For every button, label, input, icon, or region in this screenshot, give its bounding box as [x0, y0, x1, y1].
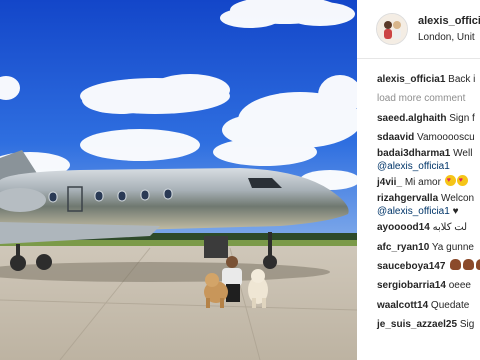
comment-item: j4vii_ Mi amor	[377, 171, 480, 192]
avatar-photo-icon	[377, 14, 407, 44]
comment-text: oeee	[448, 280, 471, 292]
comment-text: Well	[453, 148, 473, 160]
comment-item: afc_ryan10 Ya gunne	[377, 238, 480, 257]
caption-username[interactable]: alexis_officia1	[377, 74, 445, 85]
comment-item: rizahgervalla Welcon @alexis_officia1 ♥	[377, 192, 480, 218]
comment-username[interactable]: saeed.alghaith	[377, 113, 446, 124]
heart-eyes-emoji-icon	[456, 171, 468, 190]
comment-username[interactable]: ayooood14	[377, 222, 430, 233]
load-more-link[interactable]: load more comment	[377, 93, 465, 104]
comment-text: Quedate	[430, 299, 470, 311]
caption: alexis_officia1 Back i	[377, 70, 480, 89]
header-location[interactable]: London, Unit	[418, 32, 475, 43]
comment-item: badai3dharma1 Well @alexis_officia1	[377, 147, 480, 173]
comment-text: Sig	[459, 318, 475, 330]
comment-text: لت كلابه	[432, 222, 468, 234]
comment-list: alexis_officia1 Back i load more comment…	[377, 70, 480, 334]
caption-text: Back i	[448, 74, 476, 85]
comment-text: Mi amor	[404, 177, 441, 189]
comment-username[interactable]: afc_ryan10	[377, 242, 429, 253]
comment-item: sdaavid Vamooooscu	[377, 128, 480, 147]
comment-mention[interactable]: @alexis_officia1	[377, 161, 450, 172]
comment-text: Vamooooscu	[417, 131, 475, 143]
comment-username[interactable]: j4vii_	[377, 177, 402, 188]
comment-item: sauceboya147	[377, 257, 480, 276]
comment-text: Welcon	[440, 193, 475, 205]
comment-item: ayooood14 لت كلابه	[377, 218, 480, 237]
jet-photo-illustration	[0, 0, 357, 360]
post-header: alexis_officia1 London, Unit	[357, 0, 480, 59]
comments-panel: alexis_officia1 London, Unit alexis_offi…	[357, 0, 480, 360]
muscle-emoji-icon	[463, 259, 475, 271]
comment-text: Sign f	[449, 112, 475, 124]
header-username[interactable]: alexis_officia1	[418, 15, 480, 27]
comment-username[interactable]: sergiobarria14	[377, 280, 446, 291]
comment-username[interactable]: je_suis_azzael25	[377, 319, 457, 330]
avatar[interactable]	[376, 13, 408, 45]
comment-username[interactable]: rizahgervalla	[377, 193, 438, 204]
muscle-emoji-icon	[450, 259, 462, 271]
instagram-post-view: alexis_officia1 London, Unit alexis_offi…	[0, 0, 480, 360]
load-more-comments[interactable]: load more comment	[377, 89, 480, 108]
comment-username[interactable]: badai3dharma1	[377, 148, 450, 159]
comment-item: je_suis_azzael25 Sig	[377, 315, 480, 334]
comment-username[interactable]: sauceboya147	[377, 261, 445, 272]
post-photo[interactable]	[0, 0, 357, 360]
comment-item: waalcott14 Quedate	[377, 296, 480, 315]
comment-item: sergiobarria14 oeee	[377, 276, 480, 295]
comment-item: saeed.alghaith Sign f	[377, 109, 480, 128]
comment-username[interactable]: sdaavid	[377, 132, 414, 143]
comment-mention[interactable]: @alexis_officia1	[377, 206, 450, 217]
heart-icon: ♥	[452, 206, 459, 218]
heart-eyes-emoji-icon	[444, 171, 456, 190]
comment-username[interactable]: waalcott14	[377, 300, 428, 311]
comment-text: Ya gunne	[431, 241, 474, 253]
muscle-emoji-icon	[476, 259, 480, 271]
